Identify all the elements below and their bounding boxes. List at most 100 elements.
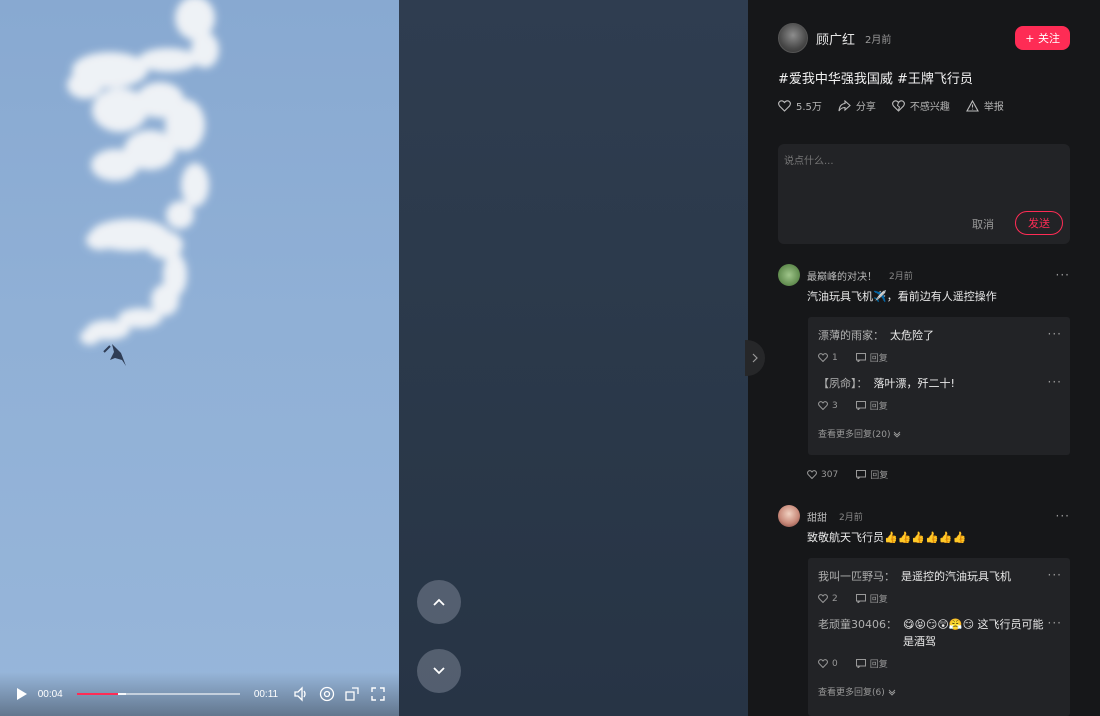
video-frame-image	[67, 0, 219, 366]
comment-icon	[855, 659, 866, 668]
reply-item: 我叫一匹野马： 是遥控的汽油玩具飞机 ··· 2 回复	[818, 568, 1062, 605]
reply-item: 老顽童30406： 😋😝😏😲😤😏 这飞行员可能是酒驾 ··· 0 回复	[818, 616, 1062, 670]
not-interested-button[interactable]: 不感兴趣	[891, 98, 950, 113]
reply-label: 回复	[869, 402, 888, 412]
reply-text: 是遥控的汽油玩具飞机	[901, 570, 1011, 583]
heart-icon	[807, 470, 817, 479]
report-button[interactable]: 举报	[965, 98, 1004, 113]
follow-button[interactable]: + 关注	[1015, 26, 1070, 50]
heart-icon	[778, 99, 791, 112]
comment-text: 致敬航天飞行员👍👍👍👍👍👍	[807, 531, 967, 544]
reply-like-button[interactable]: 1	[818, 351, 838, 364]
reply-like-button[interactable]: 2	[818, 592, 838, 605]
like-button[interactable]: 5.5万	[778, 98, 822, 113]
heart-icon	[818, 401, 828, 410]
reply-reply-button[interactable]: 回复	[855, 657, 888, 670]
reply-text: 落叶漂，歼二十!	[873, 377, 955, 390]
reply-like-count: 2	[832, 593, 838, 604]
reply-reply-button[interactable]: 回复	[855, 399, 888, 412]
more-options-button[interactable]: ···	[1056, 268, 1070, 282]
send-button[interactable]: 发送	[1015, 211, 1063, 235]
reply-reply-button[interactable]: 回复	[855, 592, 888, 605]
report-label: 举报	[983, 102, 1004, 113]
comment-like-count: 307	[821, 469, 839, 480]
comment-text: 汽油玩具飞机✈️，看前边有人遥控操作	[807, 290, 997, 303]
play-button[interactable]	[12, 684, 30, 704]
volume-icon	[294, 686, 306, 702]
fullscreen-icon	[371, 687, 385, 701]
reply-more-button[interactable]: ···	[1048, 327, 1062, 341]
next-video-button[interactable]	[417, 649, 461, 693]
progress-fill	[76, 693, 118, 695]
share-icon	[838, 99, 851, 111]
settings-button[interactable]	[318, 684, 336, 704]
reply-thread: 漂薄的雨家： 太危险了 ··· 1 回复 【夙命】： 落叶漂，歼二十! ··· 3 …	[808, 317, 1070, 455]
cancel-button[interactable]: 取消	[972, 216, 994, 232]
comment-reply-button[interactable]: 回复	[856, 468, 888, 481]
share-button[interactable]: 分享	[838, 98, 876, 113]
rotate-icon	[345, 687, 360, 701]
comment-time: 2月前	[889, 271, 913, 282]
comment-time: 2月前	[839, 512, 863, 523]
current-time: 00:04	[37, 688, 63, 700]
reply-text: 😋😝😏😲😤😏 这飞行员可能是酒驾	[903, 618, 1044, 648]
view-more-replies[interactable]: 查看更多回复(20)	[818, 427, 901, 440]
comment-composer: 取消 发送	[778, 144, 1070, 244]
video-controls: 00:04 00:11	[0, 672, 399, 716]
jet-silhouette	[103, 344, 126, 366]
commenter-avatar[interactable]	[778, 264, 800, 286]
settings-icon	[319, 686, 334, 702]
volume-button[interactable]	[292, 684, 310, 704]
comment-reply-label: 回复	[870, 471, 889, 481]
play-icon	[16, 688, 27, 700]
rotate-button[interactable]	[344, 684, 362, 704]
reply-more-button[interactable]: ···	[1048, 568, 1062, 582]
progress-bar[interactable]	[76, 693, 240, 695]
reply-like-button[interactable]: 0	[818, 657, 838, 670]
author-avatar[interactable]	[778, 23, 808, 53]
reply-label: 回复	[869, 354, 888, 364]
reply-reply-button[interactable]: 回复	[855, 351, 888, 364]
author-name[interactable]: 顾广红	[816, 29, 855, 48]
comment-panel: 顾广红 2月前 + 关注 #爱我中华强我国威 #王牌飞行员 5.5万 分享 不感…	[748, 0, 1100, 716]
comment-like-button[interactable]: 307	[807, 468, 838, 481]
comment-icon	[855, 594, 866, 603]
commenter-avatar[interactable]	[778, 505, 800, 527]
reply-more-button[interactable]: ···	[1048, 375, 1062, 389]
video-area: 00:04 00:11	[0, 0, 748, 716]
more-options-button[interactable]: ···	[1056, 509, 1070, 523]
like-count: 5.5万	[796, 102, 822, 113]
reply-user[interactable]: 【夙命】：	[818, 375, 868, 392]
comment-item: 甜甜 2月前 ··· 致敬航天飞行员👍👍👍👍👍👍	[778, 505, 1070, 545]
comment-icon	[855, 401, 866, 410]
action-bar: 5.5万 分享 不感兴趣 举报	[778, 98, 1004, 113]
duration-time: 00:11	[253, 688, 279, 700]
heart-broken-icon	[891, 99, 905, 112]
heart-icon	[818, 353, 828, 362]
comment-item: 最巅峰的对决！ 2月前 ··· 汽油玩具飞机✈️，看前边有人遥控操作	[778, 264, 1070, 304]
reply-item: 漂薄的雨家： 太危险了 ··· 1 回复	[818, 327, 1062, 364]
heart-icon	[818, 659, 828, 668]
reply-like-button[interactable]: 3	[818, 399, 838, 412]
warning-icon	[965, 99, 979, 112]
reply-label: 回复	[869, 595, 888, 605]
fullscreen-button[interactable]	[369, 684, 387, 704]
view-more-replies[interactable]: 查看更多回复(6)	[818, 685, 896, 698]
commenter-name[interactable]: 最巅峰的对决！	[807, 268, 877, 283]
comment-input[interactable]	[784, 152, 1064, 202]
reply-more-button[interactable]: ···	[1048, 616, 1062, 630]
reply-text: 太危险了	[890, 329, 934, 342]
author-row: 顾广红 2月前 + 关注	[778, 22, 1070, 54]
post-time: 2月前	[865, 34, 892, 46]
view-more-label: 查看更多回复(6)	[818, 688, 885, 698]
reply-item: 【夙命】： 落叶漂，歼二十! ··· 3 回复	[818, 375, 1062, 412]
previous-video-button[interactable]	[417, 580, 461, 624]
reply-like-count: 3	[832, 400, 838, 411]
chevron-down-icon	[894, 431, 901, 438]
reply-user[interactable]: 老顽童30406：	[818, 616, 897, 650]
video-player[interactable]: 00:04 00:11	[0, 0, 399, 716]
view-more-label: 查看更多回复(20)	[818, 430, 891, 440]
commenter-name[interactable]: 甜甜	[807, 509, 827, 524]
reply-user[interactable]: 漂薄的雨家：	[818, 327, 884, 344]
reply-user[interactable]: 我叫一匹野马：	[818, 568, 895, 585]
